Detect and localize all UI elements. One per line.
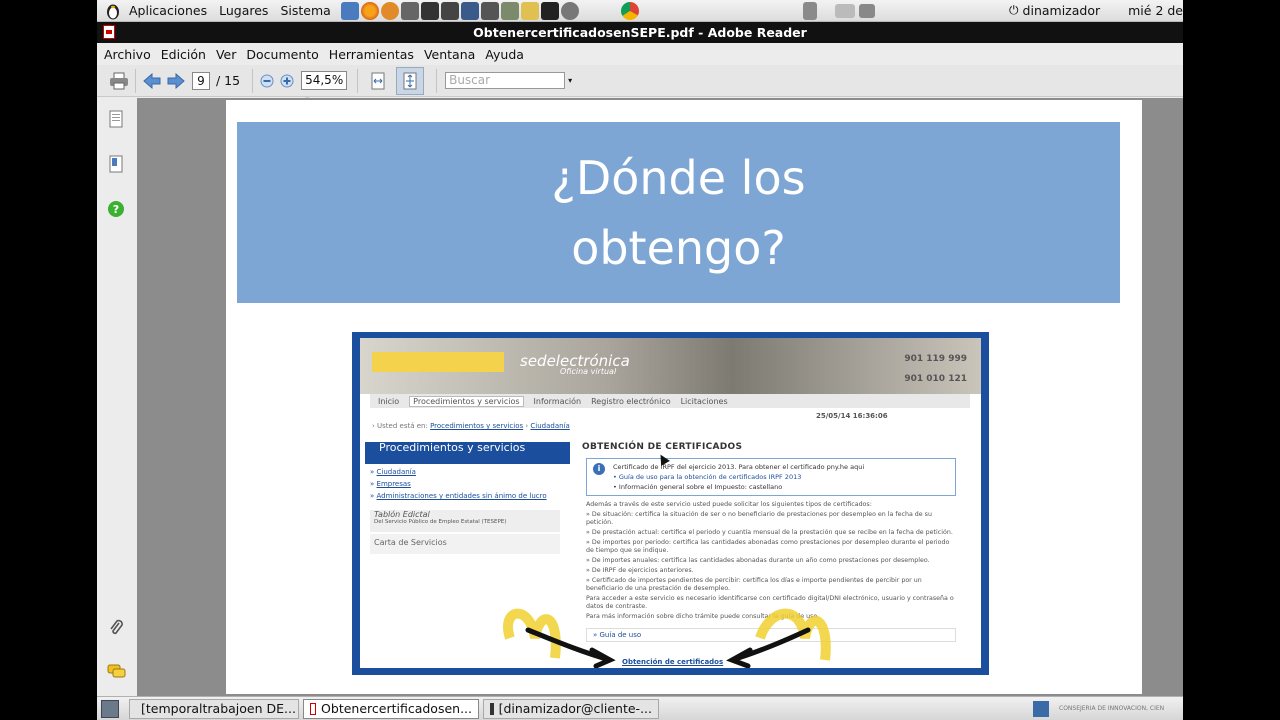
show-desktop-icon[interactable] xyxy=(101,699,119,718)
footer-text: CONSEJERÍA DE INNOVACIÓN, CIEN xyxy=(1059,705,1165,712)
printer-icon[interactable] xyxy=(400,1,419,20)
taskbar-item-terminal-1[interactable]: [temporaltrabajoen DE... xyxy=(129,698,299,719)
comments-icon[interactable] xyxy=(107,664,127,684)
pages-panel-icon[interactable] xyxy=(107,110,127,130)
zoom-level-value: 54,5% xyxy=(305,73,344,87)
black-arrow-left xyxy=(525,627,616,668)
network-icon[interactable] xyxy=(340,1,359,20)
top-panel: Aplicaciones Lugares Sistema ⏻ dinamizad… xyxy=(97,0,1183,22)
bookmarks-panel-icon[interactable] xyxy=(107,155,127,175)
taskbar-item-adobe-reader[interactable]: Obtenercertificadosen... xyxy=(303,698,479,719)
fit-page-icon xyxy=(403,72,417,89)
zoom-out-button[interactable] xyxy=(257,69,277,93)
bottom-panel: [temporaltrabajoen DE... Obtenercertific… xyxy=(97,696,1183,720)
calculator-icon[interactable] xyxy=(500,1,519,20)
window-title: ObtenercertificadosenSEPE.pdf - Adobe Re… xyxy=(473,25,807,40)
print-button[interactable] xyxy=(107,69,131,93)
navigation-sidebar: ? xyxy=(97,98,137,696)
toolbar-separator xyxy=(436,68,438,93)
taskbar-item-label: Obtenercertificadosen... xyxy=(321,701,472,716)
help-icon[interactable] xyxy=(380,1,399,20)
menu-ventana[interactable]: Ventana xyxy=(419,47,480,62)
previous-page-button[interactable] xyxy=(140,69,164,93)
arrow-left-icon xyxy=(143,72,161,89)
page-total: / 15 xyxy=(216,73,241,88)
search-options-chevron-icon[interactable]: ▾ xyxy=(568,76,572,85)
window-titlebar[interactable]: ObtenercertificadosenSEPE.pdf - Adobe Re… xyxy=(97,22,1183,43)
page-number-input[interactable]: 9 xyxy=(192,71,210,90)
printer-icon xyxy=(110,72,128,89)
camera-icon[interactable] xyxy=(440,1,459,20)
menu-lugares[interactable]: Lugares xyxy=(213,3,274,18)
zoom-out-icon xyxy=(260,74,274,87)
terminal-icon xyxy=(490,702,494,715)
taskbar-item-label: [temporaltrabajoen DE... xyxy=(141,701,296,716)
menu-sistema[interactable]: Sistema xyxy=(274,3,336,18)
annotation-arrows xyxy=(503,608,831,668)
help-question-icon[interactable]: ? xyxy=(107,200,127,220)
panel-tray: ⏻ dinamizador mié 2 de xyxy=(803,1,1183,20)
terminal-icon[interactable] xyxy=(540,1,559,20)
menu-ver[interactable]: Ver xyxy=(211,47,241,62)
fit-page-button[interactable] xyxy=(396,66,425,95)
user-power-icon[interactable]: ⏻ xyxy=(1009,3,1019,18)
chrome-icon[interactable] xyxy=(620,1,639,20)
clipboard-icon[interactable] xyxy=(803,1,818,20)
user-name[interactable]: dinamizador xyxy=(1023,3,1101,18)
menubar: Archivo Edición Ver Documento Herramient… xyxy=(97,43,1183,65)
search-input[interactable]: Buscar xyxy=(445,72,566,89)
bottom-tray: CONSEJERÍA DE INNOVACIÓN, CIEN xyxy=(1033,700,1183,717)
menu-herramientas[interactable]: Herramientas xyxy=(324,47,419,62)
power-icon[interactable] xyxy=(560,1,579,20)
slide-title-banner: ¿Dónde los obtengo? xyxy=(237,122,1120,303)
taskbar-item-label: [dinamizador@cliente-... xyxy=(498,701,652,716)
fit-width-button[interactable] xyxy=(366,69,390,93)
adobe-reader-icon xyxy=(310,702,317,715)
network-status-icon[interactable] xyxy=(835,3,856,18)
text-editor-icon[interactable] xyxy=(520,1,539,20)
menu-ayuda[interactable]: Ayuda xyxy=(480,47,529,62)
tools-icon[interactable] xyxy=(420,1,439,20)
slide-title-line1: ¿Dónde los xyxy=(551,150,806,205)
document-view[interactable]: ¿Dónde los obtengo? sedelectrónica Oficin… xyxy=(137,98,1183,696)
distro-logo-icon[interactable] xyxy=(105,2,123,20)
zoom-in-icon xyxy=(280,74,294,87)
toolbar-separator xyxy=(135,68,136,93)
launcher-icons xyxy=(340,1,639,20)
pen-icon[interactable] xyxy=(460,1,479,20)
fit-width-icon xyxy=(371,72,385,89)
menu-aplicaciones[interactable]: Aplicaciones xyxy=(123,3,213,18)
taskbar-item-terminal-2[interactable]: [dinamizador@cliente-... xyxy=(483,698,659,719)
zoom-in-button[interactable] xyxy=(277,69,297,93)
toolbar-separator xyxy=(357,68,359,93)
slide-title-line2: obtengo? xyxy=(571,220,786,275)
svg-text:?: ? xyxy=(113,203,119,216)
desktop-screen: Aplicaciones Lugares Sistema ⏻ dinamizad… xyxy=(97,0,1183,720)
embedded-website-screenshot: sedelectrónica Oficina virtual 901 119 99… xyxy=(352,332,989,675)
clock[interactable]: mié 2 de xyxy=(1128,3,1183,18)
workspace-switcher-icon[interactable] xyxy=(1033,700,1049,717)
menu-edicion[interactable]: Edición xyxy=(156,47,211,62)
menu-archivo[interactable]: Archivo xyxy=(99,47,156,62)
sepe-website: sedelectrónica Oficina virtual 901 119 99… xyxy=(360,338,981,668)
next-page-button[interactable] xyxy=(164,69,188,93)
firefox-icon[interactable] xyxy=(360,1,379,20)
adobe-reader-icon xyxy=(103,25,115,39)
arrow-right-icon xyxy=(167,72,185,89)
volume-icon[interactable] xyxy=(859,3,876,18)
game-icon[interactable] xyxy=(480,1,499,20)
toolbar-separator xyxy=(252,68,254,93)
pdf-page: ¿Dónde los obtengo? sedelectrónica Oficin… xyxy=(226,100,1142,694)
menu-documento[interactable]: Documento xyxy=(241,47,323,62)
toolbar: 9 / 15 54,5% ▾ Buscar ▾ xyxy=(97,65,1183,104)
black-arrow-right xyxy=(726,627,811,668)
zoom-level-select[interactable]: 54,5% ▾ xyxy=(301,71,348,104)
attachments-paperclip-icon[interactable] xyxy=(107,618,127,638)
